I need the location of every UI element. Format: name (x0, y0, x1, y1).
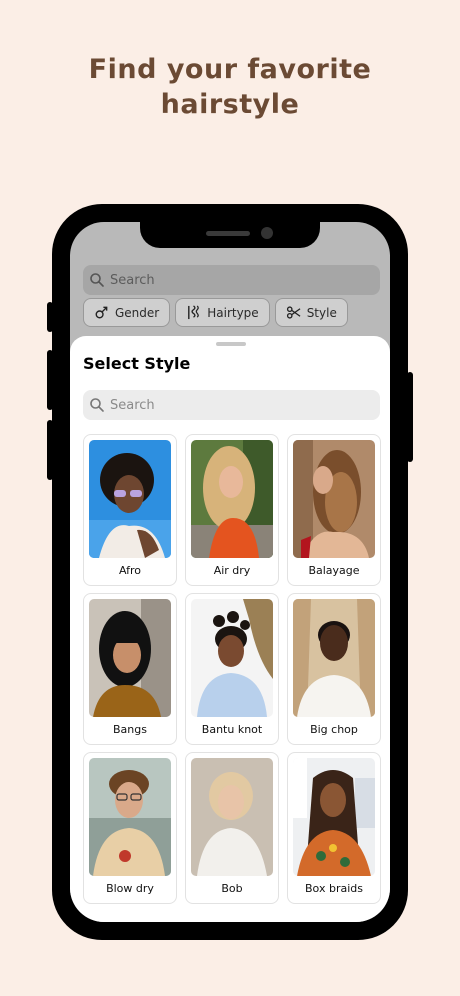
hairtype-chip-label: Hairtype (207, 305, 259, 320)
style-label-bangs: Bangs (113, 723, 147, 736)
search-icon (90, 398, 104, 412)
air-dry-photo (191, 440, 273, 558)
style-label-bantu-knot: Bantu knot (201, 723, 263, 736)
camera (261, 227, 273, 239)
speaker (206, 231, 250, 236)
style-grid: Afro Air dry Balayage Bangs Bantu knot B… (83, 434, 381, 904)
bantu-knot-photo (191, 599, 273, 717)
style-card-bantu-knot[interactable]: Bantu knot (185, 593, 279, 745)
style-card-box-braids[interactable]: Box braids (287, 752, 381, 904)
style-card-bangs[interactable]: Bangs (83, 593, 177, 745)
style-card-blow-dry[interactable]: Blow dry (83, 752, 177, 904)
gender-chip-label: Gender (115, 305, 160, 320)
bangs-photo (89, 599, 171, 717)
big-chop-photo (293, 599, 375, 717)
style-label-big-chop: Big chop (310, 723, 358, 736)
background-search-input[interactable]: Search (83, 265, 380, 295)
bob-photo (191, 758, 273, 876)
scissors-icon (286, 306, 301, 319)
style-label-box-braids: Box braids (305, 882, 363, 895)
balayage-photo (293, 440, 375, 558)
style-card-big-chop[interactable]: Big chop (287, 593, 381, 745)
headline: Find your favorite hairstyle (0, 52, 460, 122)
filter-chips: Gender Hairtype Style (83, 298, 348, 327)
phone-frame: Search Gender Hairtype Style Select Styl… (52, 204, 408, 940)
hairtype-icon (188, 305, 200, 320)
select-style-sheet: Select Style Search Afro Air dry Balayag… (70, 336, 390, 922)
style-card-bob[interactable]: Bob (185, 752, 279, 904)
background-search-placeholder: Search (110, 272, 155, 288)
sheet-title: Select Style (83, 354, 191, 373)
search-icon (90, 273, 104, 287)
blow-dry-photo (89, 758, 171, 876)
style-label-air-dry: Air dry (213, 564, 251, 577)
style-filter-chip[interactable]: Style (274, 298, 348, 327)
hairtype-filter-chip[interactable]: Hairtype (175, 298, 270, 327)
style-card-air-dry[interactable]: Air dry (185, 434, 279, 586)
style-card-afro[interactable]: Afro (83, 434, 177, 586)
style-label-bob: Bob (221, 882, 243, 895)
style-chip-label: Style (306, 305, 337, 320)
gender-filter-chip[interactable]: Gender (83, 298, 171, 327)
notch (140, 222, 320, 248)
style-label-afro: Afro (118, 564, 142, 577)
box-braids-photo (293, 758, 375, 876)
gender-icon (95, 306, 108, 319)
headline-line-2: hairstyle (160, 89, 300, 120)
phone-screen: Search Gender Hairtype Style Select Styl… (70, 222, 390, 922)
style-card-balayage[interactable]: Balayage (287, 434, 381, 586)
style-search-placeholder: Search (110, 397, 155, 413)
sheet-grabber-handle[interactable] (216, 342, 246, 346)
style-label-blow-dry: Blow dry (106, 882, 154, 895)
style-label-balayage: Balayage (308, 564, 360, 577)
style-search-input[interactable]: Search (83, 390, 380, 420)
headline-line-1: Find your favorite (88, 54, 372, 85)
afro-photo (89, 440, 171, 558)
